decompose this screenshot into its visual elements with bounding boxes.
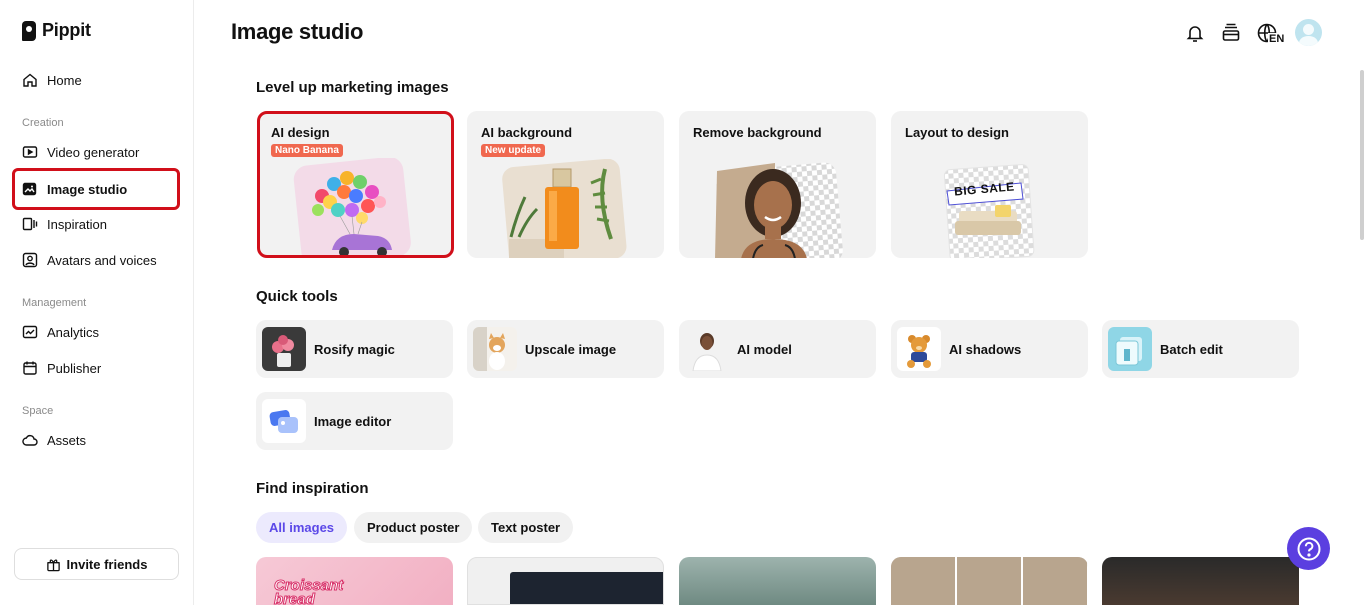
sidebar-item-inspiration[interactable]: Inspiration (12, 207, 180, 241)
sidebar-item-label: Avatars and voices (47, 252, 157, 268)
sidebar-item-analytics[interactable]: Analytics (12, 315, 180, 349)
tool-rosify-magic[interactable]: Rosify magic (256, 320, 453, 378)
page-title: Image studio (231, 19, 364, 44)
inspiration-icon (22, 217, 38, 231)
inspiration-card-dark[interactable] (1102, 557, 1299, 605)
image-studio-icon (22, 182, 37, 196)
analytics-icon (22, 325, 38, 339)
rosify-thumbnail (262, 327, 306, 371)
sidebar-item-label: Analytics (47, 324, 100, 340)
sidebar-item-assets[interactable]: Assets (12, 423, 180, 457)
monitor-image (510, 572, 663, 604)
video-generator-icon (22, 146, 38, 158)
tool-label: Batch edit (1160, 341, 1223, 357)
language-label: EN (1268, 33, 1286, 45)
tool-label: AI shadows (949, 341, 1022, 357)
gift-icon (46, 559, 60, 571)
inspiration-card-portraits[interactable] (891, 557, 1088, 605)
quick-tools-heading: Quick tools (256, 288, 338, 305)
balloon-car-illustration (293, 158, 411, 255)
ai-background-card[interactable]: AI background New update (467, 111, 664, 258)
image-editor-thumbnail (262, 399, 306, 443)
card-title: Remove background (693, 125, 822, 140)
tool-ai-model[interactable]: AI model (679, 320, 876, 378)
help-icon (1297, 537, 1320, 560)
inspiration-card-forest[interactable] (679, 557, 876, 605)
language-selector[interactable]: EN (1256, 22, 1286, 48)
sidebar-item-image-studio[interactable]: Image studio (12, 168, 180, 210)
new-update-badge: New update (481, 144, 546, 157)
sidebar-item-video-generator[interactable]: Video generator (12, 135, 180, 169)
card-title: AI design (271, 125, 330, 140)
portrait-illustration (715, 162, 843, 258)
sidebar-item-publisher[interactable]: Publisher (12, 351, 180, 385)
ai-design-card[interactable]: AI design Nano Banana (257, 111, 454, 258)
sidebar-item-avatars-voices[interactable]: Avatars and voices (12, 243, 180, 277)
ai-model-thumbnail (685, 327, 729, 371)
invite-label: Invite friends (66, 556, 148, 572)
sidebar-item-label: Publisher (47, 360, 102, 376)
avatar-voices-icon (22, 252, 38, 268)
croissant-text: Croissant bread (274, 577, 344, 605)
tool-label: AI model (737, 341, 792, 357)
layout-to-design-card[interactable]: Layout to design BIG SALE (891, 111, 1088, 258)
bell-icon[interactable] (1184, 22, 1206, 44)
sidebar-item-label: Assets (47, 432, 87, 448)
ai-shadows-thumbnail (897, 327, 941, 371)
card-title: AI background (481, 125, 573, 140)
logo-text: Pippit (42, 20, 91, 40)
sidebar: Pippit Home Creation Video generator Ima… (0, 0, 194, 605)
inspiration-card-croissant[interactable]: Croissant bread (256, 557, 453, 605)
marketing-heading: Level up marketing images (256, 79, 449, 96)
inspiration-card-monitor[interactable] (467, 557, 664, 605)
subscription-icon[interactable] (1220, 22, 1242, 44)
help-button[interactable] (1287, 527, 1330, 570)
tool-ai-shadows[interactable]: AI shadows (891, 320, 1088, 378)
logo[interactable]: Pippit (22, 20, 91, 41)
scrollbar[interactable] (1360, 70, 1364, 240)
filter-product-poster[interactable]: Product poster (354, 512, 473, 543)
sidebar-item-label: Home (47, 72, 82, 88)
home-icon (23, 73, 37, 87)
perfume-illustration (502, 159, 627, 258)
tool-label: Upscale image (525, 341, 617, 357)
upscale-thumbnail (473, 327, 517, 371)
sidebar-item-label: Inspiration (47, 216, 107, 232)
batch-edit-thumbnail (1108, 327, 1152, 371)
pippit-logo-icon (22, 20, 36, 41)
user-avatar[interactable] (1295, 19, 1322, 46)
calendar-icon (23, 361, 37, 375)
invite-friends-button[interactable]: Invite friends (14, 548, 179, 580)
section-label-creation: Creation (22, 117, 64, 129)
inspiration-heading: Find inspiration (256, 480, 369, 497)
filter-text-poster[interactable]: Text poster (478, 512, 574, 543)
tool-label: Rosify magic (314, 341, 395, 357)
nano-banana-badge: Nano Banana (271, 144, 343, 157)
tool-batch-edit[interactable]: Batch edit (1102, 320, 1299, 378)
tool-upscale-image[interactable]: Upscale image (467, 320, 664, 378)
filter-all-images[interactable]: All images (256, 512, 348, 543)
section-label-management: Management (22, 297, 87, 309)
sidebar-item-label: Image studio (47, 181, 128, 197)
app-root: Pippit Home Creation Video generator Ima… (0, 0, 1365, 605)
big-sale-illustration (943, 164, 1035, 258)
tool-image-editor[interactable]: Image editor (256, 392, 453, 450)
section-label-space: Space (22, 405, 54, 417)
sidebar-item-label: Video generator (47, 144, 140, 160)
cloud-icon (22, 434, 38, 446)
portrait-strip (891, 557, 1088, 605)
tool-label: Image editor (314, 413, 392, 429)
sidebar-item-home[interactable]: Home (12, 63, 180, 97)
remove-background-card[interactable]: Remove background (679, 111, 876, 258)
card-title: Layout to design (905, 125, 1009, 140)
